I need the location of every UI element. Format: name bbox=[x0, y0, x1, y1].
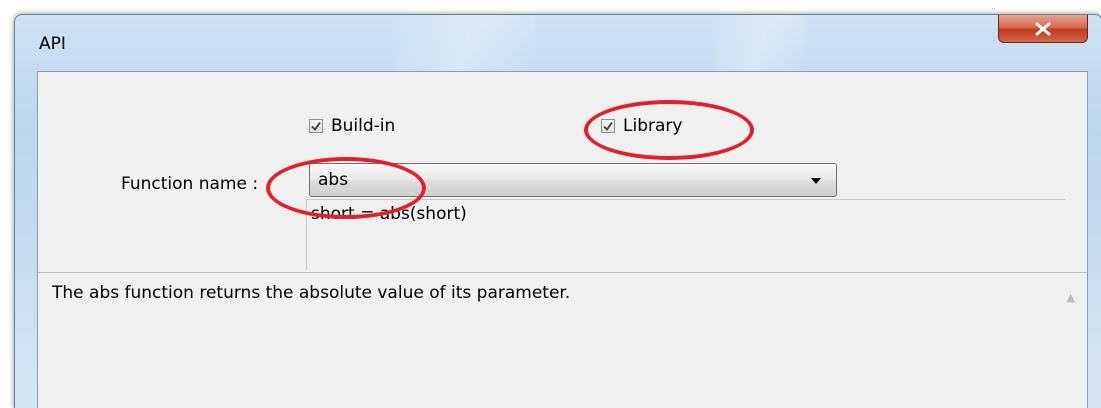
buildin-checkbox-box[interactable] bbox=[309, 119, 323, 133]
library-label: Library bbox=[623, 116, 683, 136]
window-title: API bbox=[39, 34, 66, 54]
buildin-checkbox[interactable]: Build-in bbox=[309, 116, 395, 136]
dropdown-arrow-icon bbox=[811, 178, 821, 184]
api-dialog-window: API Build-in Library Function name: abs… bbox=[14, 14, 1101, 408]
dialog-client-area: Build-in Library Function name : abs sho… bbox=[37, 71, 1088, 408]
library-checkbox-box[interactable] bbox=[601, 119, 615, 133]
scroll-up-icon[interactable]: ▲ bbox=[1067, 291, 1075, 304]
close-icon bbox=[1035, 22, 1051, 35]
function-description: The abs function returns the absolute va… bbox=[52, 283, 571, 303]
glass-reflection bbox=[715, 15, 805, 75]
checkmark-icon bbox=[311, 121, 321, 131]
function-name-value: abs bbox=[318, 170, 349, 190]
function-signature-area: short = abs(short) bbox=[306, 199, 1065, 270]
function-description-area[interactable]: The abs function returns the absolute va… bbox=[38, 272, 1087, 408]
screenshot-stage: API Build-in Library Function name: abs… bbox=[0, 0, 1101, 408]
buildin-label: Build-in bbox=[331, 116, 396, 136]
function-name-label: Function name : bbox=[121, 174, 259, 194]
close-button[interactable] bbox=[998, 15, 1088, 43]
library-checkbox[interactable]: Library bbox=[601, 116, 682, 136]
checkmark-icon bbox=[603, 121, 613, 131]
function-signature: short = abs(short) bbox=[311, 204, 467, 224]
glass-reflection bbox=[395, 15, 535, 75]
function-name-dropdown[interactable]: abs bbox=[309, 163, 837, 197]
